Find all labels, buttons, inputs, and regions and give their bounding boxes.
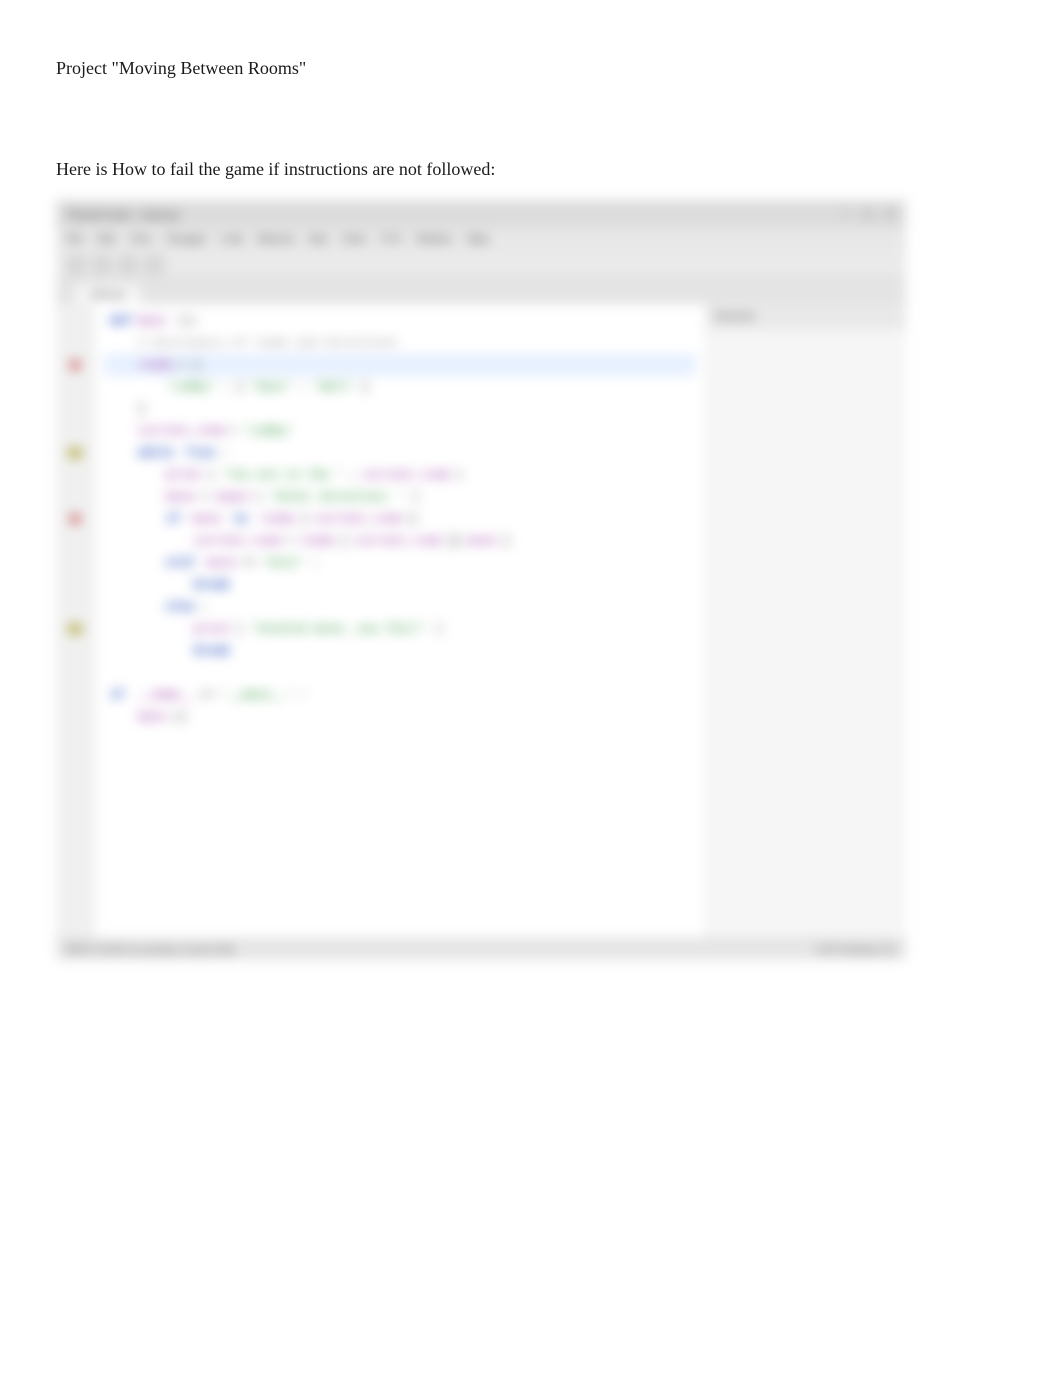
gutter-line[interactable]: [56, 706, 93, 728]
gutter-line[interactable]: [56, 684, 93, 706]
code-line[interactable]: 'Lobby': {'East': 'Hall'}: [104, 376, 696, 398]
minimize-icon[interactable]: ─: [840, 208, 852, 220]
gutter-line[interactable]: [56, 530, 93, 552]
menu-run[interactable]: Run: [309, 233, 327, 245]
code-line[interactable]: print('Invalid move, you fail!'): [104, 618, 696, 640]
gutter-line[interactable]: [56, 552, 93, 574]
code-editor[interactable]: def main():# Dictionary of rooms and dir…: [94, 304, 706, 938]
code-line[interactable]: current_room = 'Lobby': [104, 420, 696, 442]
ide-window: TheaterGame - main.py ─ ☐ ✕ File Edit Vi…: [56, 200, 906, 960]
menu-window[interactable]: Window: [416, 233, 453, 245]
right-panel-header[interactable]: Structure: [707, 304, 906, 330]
gutter-line[interactable]: [56, 618, 93, 640]
menu-help[interactable]: Help: [467, 233, 488, 245]
editor-tabs: main.py: [56, 280, 906, 304]
code-line[interactable]: break: [104, 640, 696, 662]
ide-titlebar: TheaterGame - main.py ─ ☐ ✕: [56, 200, 906, 228]
ide-body: def main():# Dictionary of rooms and dir…: [56, 304, 906, 938]
code-line[interactable]: main(): [104, 706, 696, 728]
warning-icon[interactable]: [68, 624, 82, 634]
toolbar-run-button[interactable]: [66, 255, 86, 275]
toolbar-stop-button[interactable]: [118, 255, 138, 275]
code-line[interactable]: [104, 662, 696, 684]
ide-toolbar: [56, 250, 906, 280]
code-line[interactable]: move = input('Enter direction: '): [104, 486, 696, 508]
code-line[interactable]: print('You are in the ', current_room): [104, 464, 696, 486]
breakpoint-icon[interactable]: [70, 514, 80, 524]
status-right-text: UTF-8 Python 3.9: [816, 944, 896, 956]
code-line[interactable]: if __name__ == '__main__':: [104, 684, 696, 706]
tab-main-py[interactable]: main.py: [76, 284, 140, 304]
code-line[interactable]: while True:: [104, 442, 696, 464]
code-line[interactable]: rooms = {: [104, 354, 696, 376]
code-line[interactable]: elif move == 'Exit':: [104, 552, 696, 574]
menu-tools[interactable]: Tools: [342, 233, 366, 245]
gutter-line[interactable]: [56, 596, 93, 618]
gutter-line[interactable]: [56, 398, 93, 420]
gutter-line[interactable]: [56, 310, 93, 332]
gutter-line[interactable]: [56, 376, 93, 398]
breakpoint-icon[interactable]: [70, 360, 80, 370]
menu-vcs[interactable]: VCS: [380, 233, 401, 245]
gutter-line[interactable]: [56, 464, 93, 486]
document-subtitle: Here is How to fail the game if instruct…: [56, 159, 1006, 180]
close-icon[interactable]: ✕: [884, 208, 896, 220]
gutter-line[interactable]: [56, 420, 93, 442]
menu-code[interactable]: Code: [220, 233, 243, 245]
code-line[interactable]: else:: [104, 596, 696, 618]
gutter-line[interactable]: [56, 332, 93, 354]
menu-refactor[interactable]: Refactor: [258, 233, 296, 245]
code-line[interactable]: current_room = rooms[current_room][move]: [104, 530, 696, 552]
gutter-line[interactable]: [56, 662, 93, 684]
menu-edit[interactable]: Edit: [97, 233, 115, 245]
gutter-line[interactable]: [56, 486, 93, 508]
gutter-line[interactable]: [56, 508, 93, 530]
menu-file[interactable]: File: [66, 233, 83, 245]
gutter-line[interactable]: [56, 640, 93, 662]
document-title: Project "Moving Between Rooms": [56, 58, 1006, 79]
right-tool-panel: Structure: [706, 304, 906, 938]
status-left-text: PEP 8: W292 no newline at end of file: [66, 944, 235, 956]
gutter-line[interactable]: [56, 574, 93, 596]
code-line[interactable]: }: [104, 398, 696, 420]
ide-screenshot: TheaterGame - main.py ─ ☐ ✕ File Edit Vi…: [56, 200, 906, 960]
window-controls: ─ ☐ ✕: [840, 208, 896, 220]
gutter-line[interactable]: [56, 354, 93, 376]
menu-navigate[interactable]: Navigate: [167, 233, 207, 245]
toolbar-debug-button[interactable]: [92, 255, 112, 275]
toolbar-search-button[interactable]: [144, 255, 164, 275]
warning-icon[interactable]: [68, 448, 82, 458]
window-title-text: TheaterGame - main.py: [66, 207, 180, 222]
code-line[interactable]: break: [104, 574, 696, 596]
maximize-icon[interactable]: ☐: [862, 208, 874, 220]
ide-menubar: File Edit View Navigate Code Refactor Ru…: [56, 228, 906, 250]
code-line[interactable]: if move in rooms[current_room]:: [104, 508, 696, 530]
code-line[interactable]: def main():: [104, 310, 696, 332]
code-line[interactable]: # Dictionary of rooms and directions: [104, 332, 696, 354]
gutter-line[interactable]: [56, 442, 93, 464]
ide-statusbar: PEP 8: W292 no newline at end of file UT…: [56, 938, 906, 960]
menu-view[interactable]: View: [129, 233, 152, 245]
editor-gutter: [56, 304, 94, 938]
